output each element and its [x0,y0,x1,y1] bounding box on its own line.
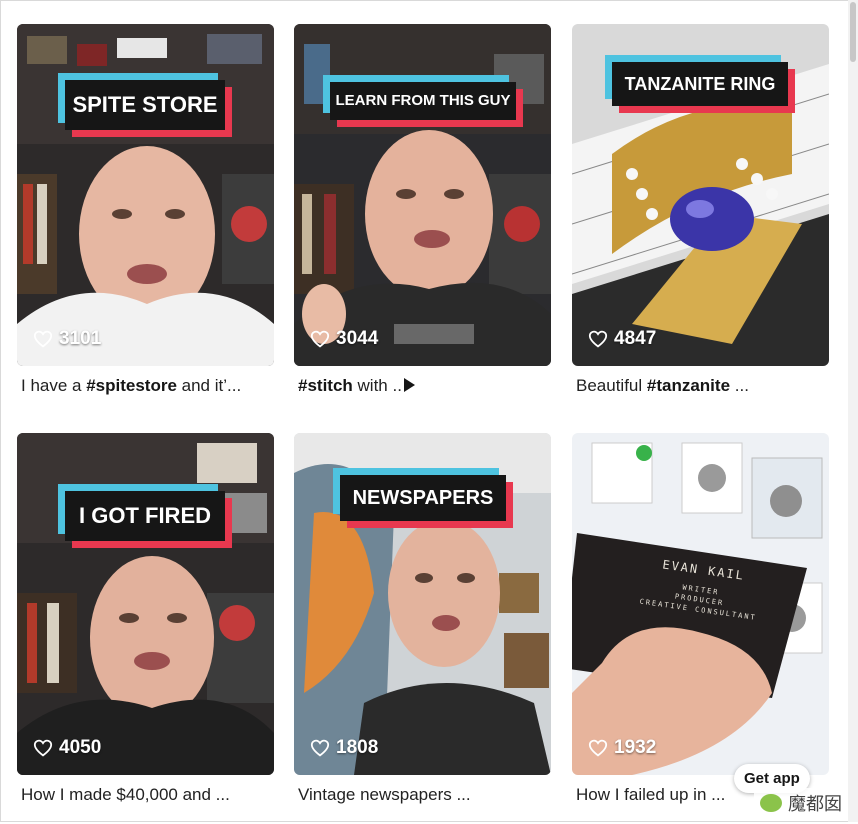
scrollbar-thumb[interactable] [850,2,856,62]
caption-text-tail: ... [730,376,749,395]
video-overlay-title: I GOT FIRED [65,491,225,541]
video-thumbnail[interactable]: NEWSPAPERS 1808 [294,433,551,775]
wechat-bubble-icon [760,794,782,812]
like-count-value: 3044 [336,328,379,349]
caption-text: How I made $40,000 and ... [21,785,230,804]
thumbnail-scene-image [294,24,551,366]
thumbnail-scene-image [17,433,274,775]
caption-text: Beautiful [576,376,647,395]
like-count: 1932 [588,737,656,759]
video-caption[interactable]: I have a #spitestore and it’... [21,376,271,396]
video-overlay-title: NEWSPAPERS [340,475,506,521]
like-count-value: 1932 [614,737,657,758]
scrollbar[interactable] [848,0,858,822]
watermark-text: 魔都囡 [788,794,842,814]
caption-text-tail: and it’... [176,376,242,395]
like-count: 4050 [33,737,101,759]
like-count: 1808 [310,737,378,759]
caption-text: I have a [21,376,87,395]
caption-text: How I failed up in ... [576,785,726,804]
video-thumbnail[interactable]: TANZANITE RING 4847 [572,24,829,366]
video-thumbnail[interactable]: I GOT FIRED 4050 [17,433,274,775]
video-caption[interactable]: Beautiful #tanzanite ... [576,376,826,396]
like-count-value: 4050 [59,737,102,758]
video-overlay-title: LEARN FROM THIS GUY [330,82,516,120]
video-caption[interactable]: #stitch with .. [298,376,548,396]
video-caption[interactable]: Vintage newspapers ... [298,785,548,805]
like-count: 3101 [33,328,101,350]
caption-text: Vintage newspapers ... [298,785,471,804]
heart-outline-icon [33,330,53,348]
video-overlay-title: SPITE STORE [65,80,225,130]
watermark: 魔都囡 [754,788,848,818]
video-thumbnail[interactable]: EVAN KAIL WRITER PRODUCER CREATIVE CONSU… [572,433,829,775]
caption-hashtag[interactable]: #stitch [298,376,353,395]
video-overlay-title: TANZANITE RING [612,62,788,106]
video-thumbnail[interactable]: LEARN FROM THIS GUY 3044 [294,24,551,366]
thumbnail-scene-image [17,24,274,366]
video-caption[interactable]: How I made $40,000 and ... [21,785,271,805]
heart-outline-icon [310,330,330,348]
like-count-value: 1808 [336,737,379,758]
heart-outline-icon [588,330,608,348]
like-count: 3044 [310,328,378,350]
play-icon[interactable] [403,378,415,392]
like-count-value: 4847 [614,328,657,349]
heart-outline-icon [33,739,53,757]
heart-outline-icon [588,739,608,757]
like-count: 4847 [588,328,656,350]
caption-text-tail: with .. [352,376,402,395]
video-thumbnail[interactable]: SPITE STORE 3101 [17,24,274,366]
caption-hashtag[interactable]: #tanzanite [647,376,730,395]
like-count-value: 3101 [59,328,102,349]
heart-outline-icon [310,739,330,757]
caption-hashtag[interactable]: #spitestore [86,376,177,395]
